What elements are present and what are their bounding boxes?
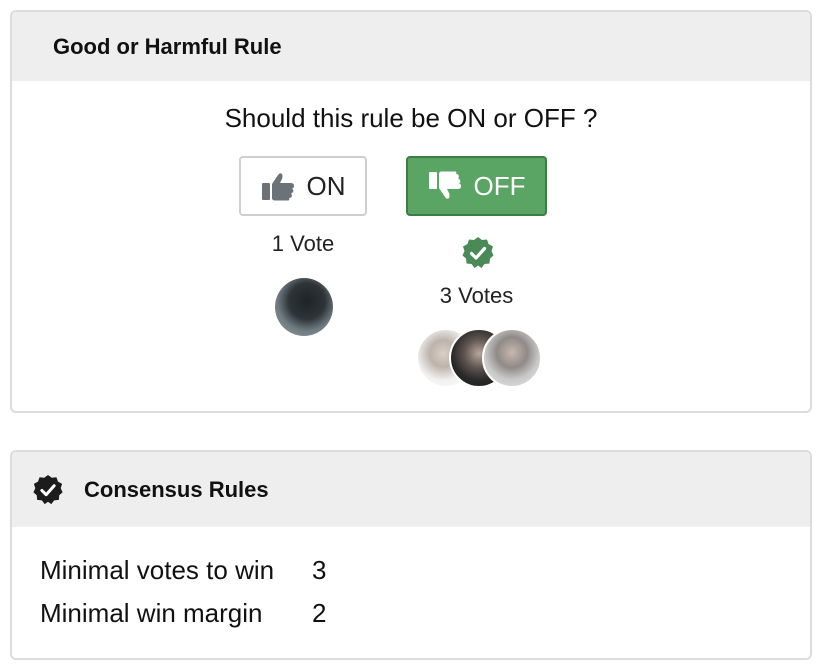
voter-avatar[interactable] [482,328,542,388]
consensus-card: Consensus Rules Minimal votes to win 3 Mi… [10,450,812,660]
thumbs-up-icon [261,173,294,201]
vote-off-label: OFF [473,170,526,201]
check-badge-icon [462,237,494,268]
rule-label: Minimal win margin [40,598,263,628]
voter-avatar[interactable] [275,278,333,336]
vote-on-count: 1 Vote [271,231,335,256]
vote-card: Good or Harmful Rule Should this rule be… [10,10,812,413]
check-badge-icon [33,474,63,504]
vote-on-label: ON [306,170,346,201]
consensus-card-title: Consensus Rules [84,476,269,502]
vote-question: Should this rule be ON or OFF ? [224,103,598,133]
vote-card-header: Good or Harmful Rule [12,12,810,81]
vote-off-button[interactable]: OFF [406,156,547,216]
vote-on-button[interactable]: ON [239,156,367,216]
consensus-card-header: Consensus Rules [12,452,810,527]
consensus-rule-row: Minimal votes to win 3 [40,555,326,586]
vote-card-title: Good or Harmful Rule [53,33,282,59]
vote-off-count: 3 Votes [439,283,514,308]
thumbs-down-icon [428,171,461,199]
rule-value: 2 [312,598,327,628]
rule-value: 3 [312,555,327,585]
consensus-rule-row: Minimal win margin 2 [40,598,326,629]
rule-label: Minimal votes to win [40,555,275,585]
